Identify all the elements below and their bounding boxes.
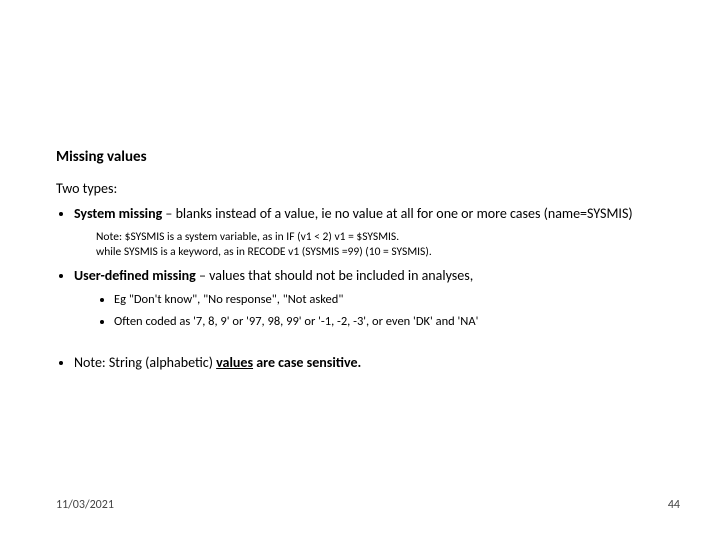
string-note-post: are case sensitive. <box>253 354 361 371</box>
system-missing-note: Note: $SYSMIS is a system variable, as i… <box>96 230 664 261</box>
bullet-user-defined-missing: User-defined missing – values that shoul… <box>74 267 664 332</box>
user-defined-sublist: Eg "Don't know", "No response", "Not ask… <box>74 290 664 332</box>
slide: Missing values Two types: System missing… <box>0 0 720 540</box>
system-missing-label: System missing <box>74 205 162 222</box>
note-line-1: Note: $SYSMIS is a system variable, as i… <box>96 230 664 246</box>
system-missing-rest: – blanks instead of a value, ie no value… <box>162 205 632 222</box>
content-area: Missing values Two types: System missing… <box>56 148 664 373</box>
bullet-list: System missing – blanks instead of a val… <box>56 205 664 373</box>
slide-title: Missing values <box>56 148 664 166</box>
bullet-string-note: Note: String (alphabetic) values are cas… <box>74 354 664 373</box>
sub-bullet-examples: Eg "Don't know", "No response", "Not ask… <box>114 290 664 310</box>
sub-bullet-codes: Often coded as '7, 8, 9' or '97, 98, 99'… <box>114 312 664 332</box>
footer-date: 11/03/2021 <box>56 498 114 512</box>
string-note-underlined: values <box>216 354 253 371</box>
user-defined-rest: – values that should not be included in … <box>196 267 473 284</box>
bullet-system-missing: System missing – blanks instead of a val… <box>74 205 664 261</box>
string-note-pre: Note: String (alphabetic) <box>74 354 216 371</box>
user-defined-label: User-defined missing <box>74 267 196 284</box>
note-line-2: while SYSMIS is a keyword, as in RECODE … <box>96 245 664 261</box>
footer-page-number: 44 <box>668 498 680 512</box>
intro-text: Two types: <box>56 180 664 197</box>
